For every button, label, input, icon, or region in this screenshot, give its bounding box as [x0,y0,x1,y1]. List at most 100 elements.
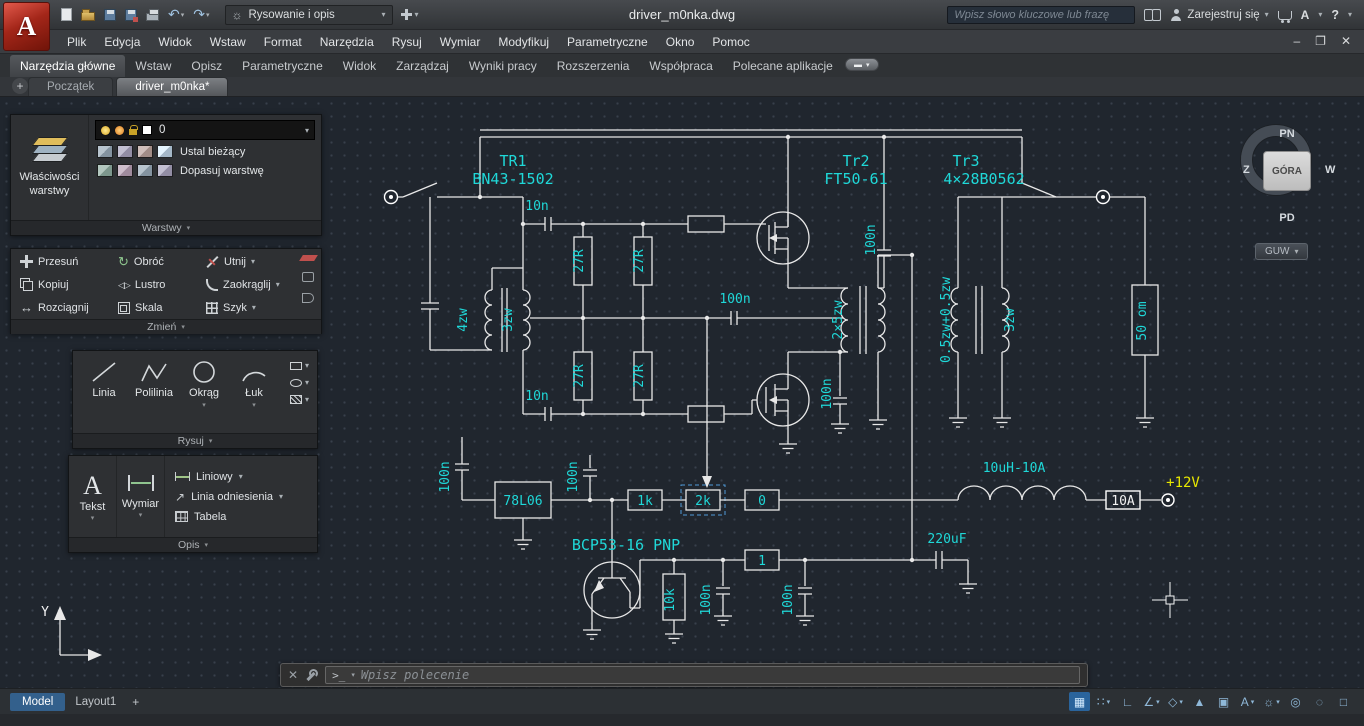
ribbon-tab[interactable]: Rozszerzenia [547,55,640,77]
text-button[interactable]: A Tekst ▾ [69,456,117,537]
menu-item[interactable]: Okno [657,32,704,52]
ribbon-tab[interactable]: Zarządzaj [386,55,459,77]
ellipse-button[interactable]: ▾ [290,378,309,387]
annotation-scale-icon[interactable]: A ▾ [1237,692,1258,711]
annotation-visibility-icon[interactable]: ▲ [1189,692,1210,711]
linear-dimension-button[interactable]: Liniowy ▾ [173,469,317,485]
chevron-down-icon[interactable]: ▾ [181,11,185,19]
menu-item[interactable]: Plik [58,32,95,52]
help-icon[interactable]: ? [1331,8,1339,22]
menu-item[interactable]: Pomoc [703,32,758,52]
scale-button[interactable]: Skala [116,300,204,316]
quick-access-extra-button[interactable]: ▾ [401,9,419,20]
command-input[interactable]: >_ ▾ Wpisz polecenie [325,666,1080,684]
panel-title-opis[interactable]: Opis▾ [69,537,317,552]
ribbon-tab[interactable]: Wyniki pracy [459,55,547,77]
viewcube-south-label[interactable]: PD [1233,212,1341,224]
menu-item[interactable]: Wstaw [201,32,255,52]
menu-item[interactable]: Edycja [95,32,149,52]
table-button[interactable]: Tabela [173,509,317,525]
viewcube-top-face[interactable]: GÓRA [1263,151,1311,191]
annotation-monitor-icon[interactable]: ◎ [1285,692,1306,711]
undo-button[interactable]: ▾ [165,4,187,26]
ribbon-tab[interactable]: Parametryczne [232,55,333,77]
file-tab[interactable]: Początek [28,77,113,96]
ribbon-tab[interactable]: Wstaw [125,55,181,77]
new-file-button[interactable] [58,6,75,23]
line-button[interactable]: Linia [79,355,129,433]
stretch-button[interactable]: Rozciągnij [18,298,116,317]
drawing-canvas[interactable]: TR1BN43-1502Tr2FT50-61Tr34×28B056210n27R… [0,97,1364,688]
redo-button[interactable]: ▾ [190,4,212,26]
workspace-switching-icon[interactable]: ☼ ▾ [1261,692,1282,711]
erase-brush-icon[interactable] [299,255,318,261]
model-tab[interactable]: Model [10,693,65,711]
panel-title-warstwy[interactable]: Warstwy▾ [11,220,321,235]
dimension-button[interactable]: Wymiar ▾ [117,456,165,537]
leader-button[interactable]: Linia odniesienia ▾ [173,488,317,506]
chevron-down-icon[interactable]: ▾ [351,671,355,679]
layer-combo[interactable]: 0 ▾ [95,120,315,140]
ribbon-tab[interactable]: Opisz [181,55,232,77]
menu-item[interactable]: Widok [149,32,200,52]
minimize-button[interactable]: – [1293,34,1300,48]
clean-screen-icon[interactable]: □ [1333,692,1354,711]
snap-mode-icon[interactable]: ∷ ▾ [1093,692,1114,711]
ucs-dropdown-button[interactable]: GUW ▾ [1255,243,1308,260]
plot-button[interactable] [143,6,162,23]
help-search-input[interactable]: Wpisz słowo kluczowe lub frazę [947,6,1135,24]
workspace-dropdown[interactable]: ☼ Rysowanie i opis ▾ [225,5,393,25]
new-layout-button[interactable]: + [126,692,145,712]
rotate-button[interactable]: Obróć [116,252,204,272]
object-snap-icon[interactable]: ◇ ▾ [1165,692,1186,711]
application-menu-button[interactable]: A [3,2,50,51]
chevron-down-icon[interactable]: ▾ [1318,10,1322,19]
panel-title-zmien[interactable]: Zmień▾ [11,319,321,334]
match-layer-button[interactable]: Dopasuj warstwę [95,163,315,178]
new-drawing-tab-button[interactable]: + [12,78,28,94]
close-icon[interactable]: ✕ [288,668,298,682]
polar-tracking-icon[interactable]: ∠ ▾ [1141,692,1162,711]
trim-button[interactable]: Utnij ▾ [204,253,296,270]
layout1-tab[interactable]: Layout1 [65,693,126,711]
menu-item[interactable]: Wymiar [431,32,490,52]
ribbon-tab[interactable]: Widok [333,55,386,77]
save-button[interactable] [101,7,119,23]
grid-icon[interactable]: ▦ [1069,692,1090,711]
restore-button[interactable]: ❐ [1315,34,1326,48]
viewcube-west-label[interactable]: Z [1243,164,1250,176]
menu-item[interactable]: Format [255,32,311,52]
move-button[interactable]: Przesuń [18,253,116,270]
command-line[interactable]: ✕ >_ ▾ Wpisz polecenie [280,663,1088,687]
isolate-objects-icon[interactable]: ◌ [1309,692,1330,711]
save-as-button[interactable] [122,7,140,23]
panel-title-rysuj[interactable]: Rysuj▾ [73,433,317,448]
menu-item[interactable]: Rysuj [383,32,431,52]
ribbon-tab[interactable]: Polecane aplikacje [723,55,843,77]
ribbon-display-toggle[interactable]: ▬▾ [845,58,879,71]
menu-item[interactable]: Narzędzia [311,32,383,52]
store-cart-icon[interactable] [1278,11,1292,20]
annotation-autoscale-icon[interactable]: ▣ [1213,692,1234,711]
layer-properties-button[interactable]: Właściwości warstwy [11,115,89,220]
hatch-button[interactable]: ▾ [290,395,309,404]
wrench-icon[interactable] [305,669,318,682]
viewcube-north-label[interactable]: PN [1233,128,1341,140]
search-icon[interactable] [1144,9,1161,20]
ribbon-tab[interactable]: Narzędzia główne [10,55,125,77]
exchange-apps-icon[interactable]: A [1301,8,1310,22]
ortho-mode-icon[interactable]: ∟ [1117,692,1138,711]
ribbon-tab[interactable]: Współpraca [639,55,722,77]
rectangle-button[interactable]: ▾ [290,361,309,370]
modify-extra-icon[interactable] [302,293,314,303]
array-button[interactable]: Szyk ▾ [204,300,296,316]
file-tab[interactable]: driver_m0nka* [116,77,228,96]
fillet-button[interactable]: Zaokrąglij ▾ [204,277,296,293]
set-current-layer-button[interactable]: Ustal bieżący [95,144,315,159]
chevron-down-icon[interactable]: ▾ [1348,10,1352,19]
polyline-button[interactable]: Polilinia [129,355,179,433]
menu-item[interactable]: Modyfikuj [489,32,558,52]
menu-item[interactable]: Parametryczne [558,32,657,52]
copy-button[interactable]: Kopiuj [18,276,116,293]
modify-extra-icon[interactable] [302,272,314,282]
